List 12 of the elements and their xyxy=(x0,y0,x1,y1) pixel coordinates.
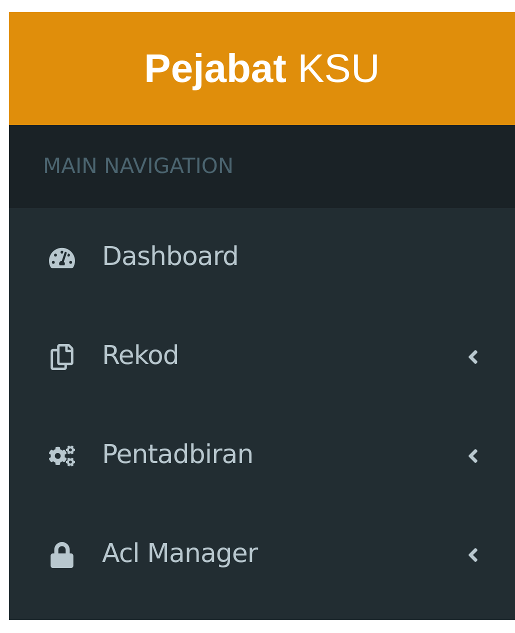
menu-item[interactable]: Rekod xyxy=(9,307,515,406)
menu-label: Pentadbiran xyxy=(102,439,254,472)
lock-icon xyxy=(49,542,75,568)
menu-item[interactable]: Dashboard xyxy=(9,208,515,307)
nav-header-text: MAIN NAVIGATION xyxy=(43,152,234,180)
menu-item[interactable]: Acl Manager xyxy=(9,505,515,604)
menu-label: Dashboard xyxy=(102,241,240,274)
gears-icon xyxy=(49,442,75,468)
menu-label: Rekod xyxy=(102,340,180,373)
copy-icon xyxy=(49,344,75,370)
menu-label: Acl Manager xyxy=(102,538,259,571)
menu-item[interactable]: Pentadbiran xyxy=(9,406,515,505)
